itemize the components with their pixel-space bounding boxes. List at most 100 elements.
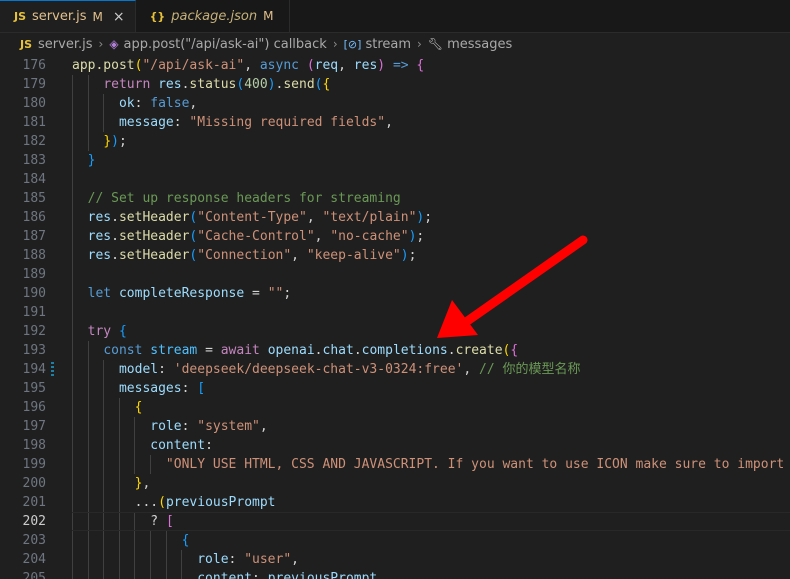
method-cube-icon: ◈: [109, 37, 119, 51]
chevron-right-icon: ›: [332, 37, 338, 51]
code-text: try {: [72, 322, 127, 341]
code-token: ;: [408, 248, 417, 263]
code-token: ,: [291, 248, 307, 263]
line-number: 186: [22, 210, 46, 225]
code-editor[interactable]: 176 app.post("/api/ask-ai", async (req, r…: [0, 55, 790, 579]
code-token: }: [103, 134, 112, 149]
code-token: res: [87, 229, 112, 244]
javascript-file-icon: JS: [14, 10, 27, 23]
breadcrumb-item-file[interactable]: JS server.js: [20, 37, 93, 52]
indent-guide: [103, 512, 105, 531]
tab-server-js[interactable]: JS server.js M ×: [0, 0, 136, 32]
code-token: create: [455, 343, 503, 358]
code-line[interactable]: 205 content: previousPrompt,: [0, 569, 790, 579]
code-line[interactable]: 187 res.setHeader("Cache-Control", "no-c…: [0, 227, 790, 246]
code-line[interactable]: 204 role: "user",: [0, 550, 790, 569]
code-token: {: [181, 533, 190, 548]
code-token: return: [103, 77, 151, 92]
code-line[interactable]: 183 }: [0, 151, 790, 170]
code-line[interactable]: 182 });: [0, 132, 790, 151]
code-token: role: [150, 419, 182, 434]
code-line[interactable]: 176 app.post("/api/ask-ai", async (req, r…: [0, 56, 790, 75]
code-line[interactable]: 180 ok: false,: [0, 94, 790, 113]
indent-guide: [72, 265, 73, 284]
code-token: ;: [416, 229, 425, 244]
code-token: ,: [306, 210, 323, 225]
code-token: previousPrompt: [267, 571, 378, 579]
code-token: req: [314, 58, 339, 73]
code-token: ): [111, 134, 119, 149]
code-line[interactable]: 192 try {: [0, 322, 790, 341]
breadcrumb-item-messages[interactable]: 🔧︎ messages: [428, 37, 512, 52]
code-line[interactable]: 198 content:: [0, 436, 790, 455]
code-line[interactable]: 179 return res.status(400).send({: [0, 75, 790, 94]
code-text: content:: [72, 436, 213, 455]
code-line[interactable]: 195 messages: [: [0, 379, 790, 398]
close-icon[interactable]: ×: [113, 9, 125, 25]
code-token: .: [353, 343, 362, 358]
indent-guide: [72, 170, 73, 189]
code-line[interactable]: 197 role: "system",: [0, 417, 790, 436]
code-token: await: [220, 343, 260, 358]
code-token: role: [197, 552, 229, 567]
code-line[interactable]: 194 model: 'deepseek/deepseek-chat-v3-03…: [0, 360, 790, 379]
code-line[interactable]: 200 },: [0, 474, 790, 493]
code-token: content: [197, 571, 253, 579]
code-token: (: [306, 58, 315, 73]
code-line[interactable]: 203 {: [0, 531, 790, 550]
code-line[interactable]: 181 message: "Missing required fields",: [0, 113, 790, 132]
code-token: :: [181, 381, 198, 396]
code-token: const: [103, 343, 143, 358]
code-token: stream: [150, 343, 198, 358]
code-line[interactable]: 186 res.setHeader("Content-Type", "text/…: [0, 208, 790, 227]
code-line[interactable]: 193 const stream = await openai.chat.com…: [0, 341, 790, 360]
code-token: false: [150, 96, 190, 111]
code-text: model: 'deepseek/deepseek-chat-v3-0324:f…: [72, 360, 581, 379]
code-line[interactable]: 184: [0, 170, 790, 189]
line-number: 182: [22, 134, 46, 149]
breadcrumb-item-stream[interactable]: [⊘] stream: [344, 37, 411, 52]
code-line[interactable]: 202 ? [: [0, 512, 790, 531]
code-text: return res.status(400).send({: [72, 75, 330, 94]
tab-package-json[interactable]: {} package.json M: [135, 0, 291, 32]
breadcrumb-item-callback[interactable]: ◈ app.post("/api/ask-ai") callback: [109, 37, 327, 52]
line-number: 184: [22, 172, 46, 187]
code-token: chat: [322, 343, 354, 358]
code-line[interactable]: 188 res.setHeader("Connection", "keep-al…: [0, 246, 790, 265]
code-token: "user": [244, 552, 292, 567]
code-token: .: [111, 210, 119, 225]
code-token: "Content-Type": [197, 210, 307, 225]
code-line[interactable]: 191: [0, 303, 790, 322]
line-number: 183: [22, 153, 46, 168]
code-token: "Missing required fields": [189, 115, 386, 130]
code-token: "no-cache": [330, 229, 409, 244]
code-line[interactable]: 196 {: [0, 398, 790, 417]
code-line[interactable]: 185 // Set up response headers for strea…: [0, 189, 790, 208]
code-token: (: [314, 77, 323, 92]
code-token: }: [87, 153, 96, 168]
line-number: 203: [22, 533, 46, 548]
code-line[interactable]: 199 "ONLY USE HTML, CSS AND JAVASCRIPT. …: [0, 455, 790, 474]
code-token: openai: [267, 343, 315, 358]
code-token: {: [118, 324, 127, 339]
code-token: "text/plain": [322, 210, 417, 225]
code-token: // 你的模型名称: [479, 362, 581, 377]
code-token: setHeader: [118, 210, 190, 225]
code-token: "Cache-Control": [197, 229, 315, 244]
code-token: status: [189, 77, 237, 92]
code-text: ? [: [72, 512, 173, 531]
code-line[interactable]: 189: [0, 265, 790, 284]
line-number: 204: [22, 552, 46, 567]
code-line[interactable]: 201 ...(previousPrompt: [0, 493, 790, 512]
chevron-right-icon: ›: [98, 37, 104, 51]
code-line[interactable]: 190 let completeResponse = "";: [0, 284, 790, 303]
